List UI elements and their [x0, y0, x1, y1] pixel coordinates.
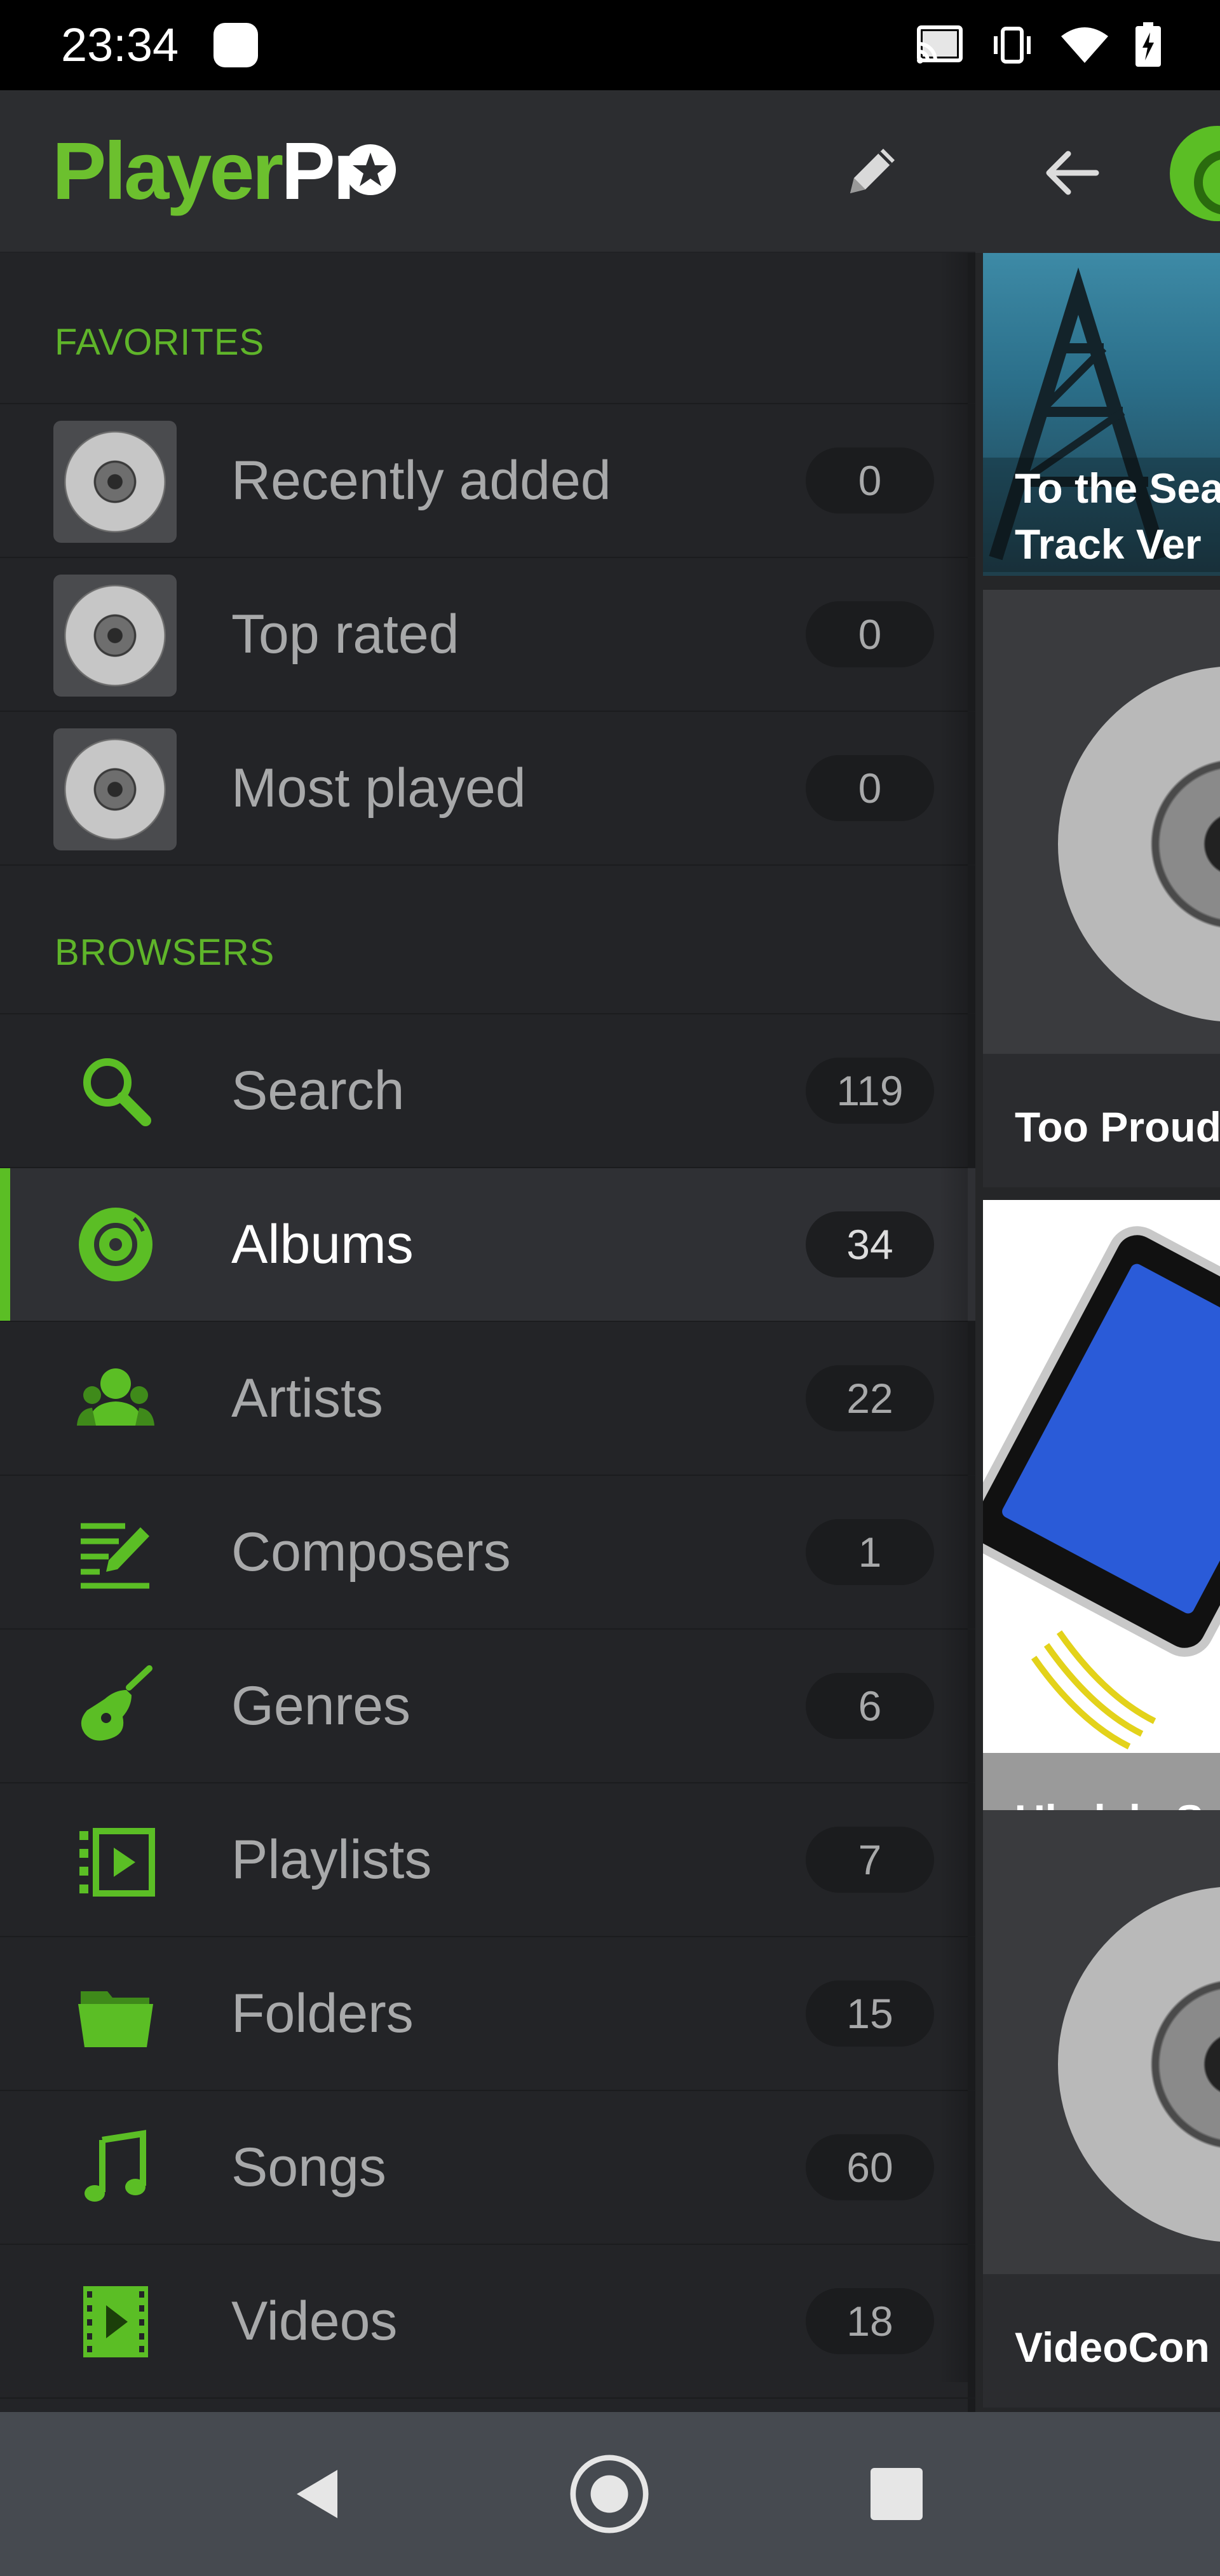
selected-indicator [0, 1168, 10, 1321]
battery-charging-icon [1135, 22, 1161, 67]
status-bar: 23:34 [0, 0, 1220, 90]
album-caption: Too Proud [983, 1054, 1220, 1187]
browser-item-search[interactable]: Search 119 [0, 1014, 975, 1167]
navigation-drawer: PlayerPr FAVORITES Recently added 0 Top … [0, 90, 975, 2412]
row-label: Folders [231, 1983, 414, 2044]
vibrate-icon [994, 27, 1031, 64]
search-icon [72, 1054, 159, 1128]
browser-item-playlists[interactable]: Playlists 7 [0, 1783, 975, 1936]
count-badge: 7 [806, 1827, 934, 1893]
row-label: Playlists [231, 1829, 432, 1890]
count-badge: 15 [806, 1980, 934, 2047]
row-label: Artists [231, 1368, 383, 1429]
browser-item-folders[interactable]: Folders 15 [0, 1937, 975, 2090]
album-caption: To the Sea Track Ver [983, 458, 1220, 572]
play-fab-button[interactable] [1170, 126, 1220, 221]
divider [0, 2397, 975, 2399]
row-label: Videos [231, 2291, 398, 2352]
home-circle-icon [570, 2455, 649, 2533]
drawer-header: PlayerPr [0, 90, 975, 253]
favorite-item-top-rated[interactable]: Top rated 0 [0, 558, 975, 711]
notification-icon [214, 23, 258, 67]
row-label: Songs [231, 2137, 386, 2198]
album-tile[interactable]: Too Proud [983, 590, 1220, 1187]
video-icon [72, 2284, 159, 2358]
nav-back-button[interactable] [277, 2453, 360, 2535]
album-caption: VideoCon [983, 2274, 1220, 2408]
music-note-icon [72, 2130, 159, 2204]
count-badge: 0 [806, 601, 934, 667]
count-badge: 0 [806, 447, 934, 514]
album-disc-icon [53, 421, 177, 543]
browser-item-albums[interactable]: Albums 34 [0, 1168, 975, 1321]
divider [0, 864, 975, 866]
row-label: Top rated [231, 604, 459, 665]
count-badge: 22 [806, 1365, 934, 1431]
browser-item-songs[interactable]: Songs 60 [0, 2091, 975, 2244]
row-label: Search [231, 1060, 405, 1121]
album-disc-icon [53, 728, 177, 850]
nav-home-button[interactable] [568, 2453, 651, 2535]
recents-square-icon [871, 2468, 923, 2520]
album-tile[interactable]: To the Sea Track Ver [983, 253, 1220, 576]
screen: 23:34 To the Sea Track Ver Too Proud Vid… [0, 0, 1220, 2576]
back-triangle-icon [297, 2470, 337, 2518]
system-navigation-bar [0, 2412, 1220, 2576]
logo-text-player: Player [52, 126, 283, 217]
browser-item-genres[interactable]: Genres 6 [0, 1630, 975, 1782]
count-badge: 1 [806, 1519, 934, 1585]
favorite-item-recently-added[interactable]: Recently added 0 [0, 404, 975, 557]
row-label: Composers [231, 1522, 511, 1583]
row-label: Albums [231, 1214, 414, 1275]
drawer-scroll-shadow [939, 253, 968, 2382]
browser-item-videos[interactable]: Videos 18 [0, 2245, 975, 2397]
album-title-line1: To the Sea [1015, 465, 1220, 512]
composer-icon [72, 1515, 159, 1589]
row-label: Most played [231, 758, 526, 819]
albums-toolbar [975, 90, 1220, 253]
playerpro-logo: PlayerPr [52, 126, 365, 217]
row-label: Genres [231, 1675, 411, 1736]
nav-recents-button[interactable] [855, 2453, 938, 2535]
disc-placeholder [1058, 1886, 1220, 2242]
pencil-icon[interactable] [837, 136, 907, 206]
disc-placeholder [1058, 666, 1220, 1022]
status-icons [915, 19, 1163, 71]
favorites-section-header: FAVORITES [55, 322, 265, 363]
album-tile[interactable]: VideoCon [983, 1810, 1220, 2408]
count-badge: 60 [806, 2134, 934, 2200]
count-badge: 34 [806, 1211, 934, 1278]
count-badge: 6 [806, 1673, 934, 1739]
row-label: Recently added [231, 450, 611, 511]
albums-grid-background: To the Sea Track Ver Too Proud Ukulele S… [975, 90, 1220, 2412]
album-icon [72, 1208, 159, 1281]
guitar-icon [72, 1665, 159, 1743]
count-badge: 0 [806, 755, 934, 821]
wifi-icon [1061, 27, 1108, 63]
favorite-item-most-played[interactable]: Most played 0 [0, 712, 975, 864]
folder-icon [72, 1977, 159, 2050]
back-arrow-icon[interactable] [1039, 141, 1102, 205]
artists-icon [72, 1361, 159, 1435]
browsers-section-header: BROWSERS [55, 932, 275, 973]
album-disc-icon [53, 575, 177, 697]
playlist-icon [72, 1823, 159, 1897]
count-badge: 119 [806, 1058, 934, 1124]
album-tile[interactable]: Ukulele So [983, 1200, 1220, 1886]
cast-icon [917, 25, 963, 64]
browser-item-artists[interactable]: Artists 22 [0, 1322, 975, 1475]
count-badge: 18 [806, 2288, 934, 2354]
album-title-line2: Track Ver [1015, 521, 1202, 568]
browser-item-composers[interactable]: Composers 1 [0, 1476, 975, 1628]
star-logo-icon [345, 144, 396, 195]
status-time: 23:34 [61, 18, 179, 71]
